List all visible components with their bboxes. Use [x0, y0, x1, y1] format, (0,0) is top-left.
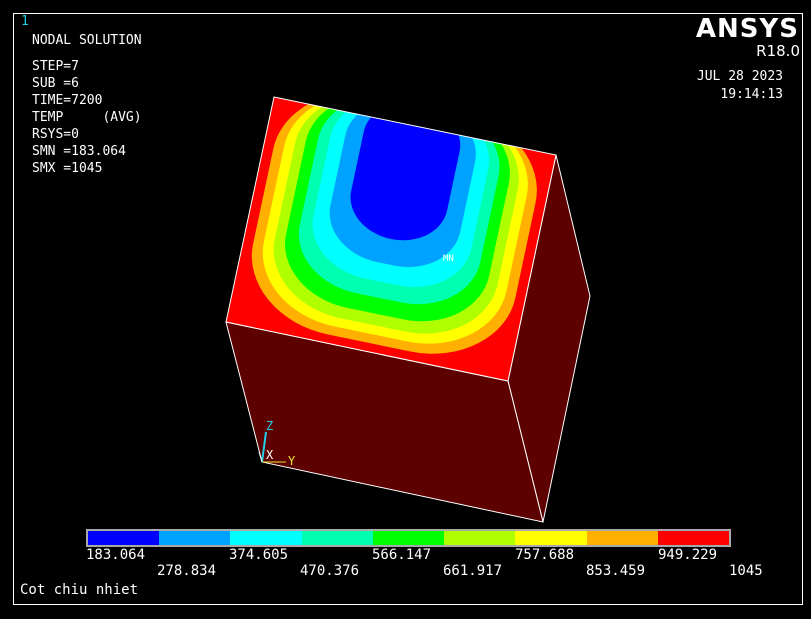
legend-label-bottom: 853.459: [586, 563, 646, 579]
legend-label-bottom: 1045: [729, 563, 763, 579]
legend-swatch: [159, 531, 231, 545]
min-marker: MN: [443, 254, 454, 264]
legend-swatch: [372, 531, 445, 545]
contour-legend-bar: [86, 529, 731, 547]
legend-swatch: [515, 531, 587, 545]
plot-caption: Cot chiu nhiet: [20, 582, 139, 598]
legend-swatch: [230, 531, 302, 545]
legend-label-top: 757.688: [515, 547, 575, 563]
legend-label-top: 566.147: [372, 547, 432, 563]
legend-swatch: [88, 531, 160, 545]
legend-swatch: [444, 531, 516, 545]
legend-label-top: 183.064: [86, 547, 146, 563]
legend-label-bottom: 278.834: [157, 563, 217, 579]
axis-z-label: Z: [266, 419, 273, 433]
legend-label-bottom: 661.917: [443, 563, 503, 579]
legend-label-bottom: 470.376: [300, 563, 360, 579]
legend-swatch: [586, 531, 658, 545]
axis-y-label: Y: [288, 454, 296, 468]
legend-swatch: [301, 531, 373, 545]
model-viewport[interactable]: MN Z X Y: [0, 0, 811, 619]
legend-swatch: [657, 531, 729, 545]
legend-label-top: 374.605: [229, 547, 289, 563]
legend-label-top: 949.229: [658, 547, 718, 563]
axis-x-label: X: [266, 448, 274, 462]
